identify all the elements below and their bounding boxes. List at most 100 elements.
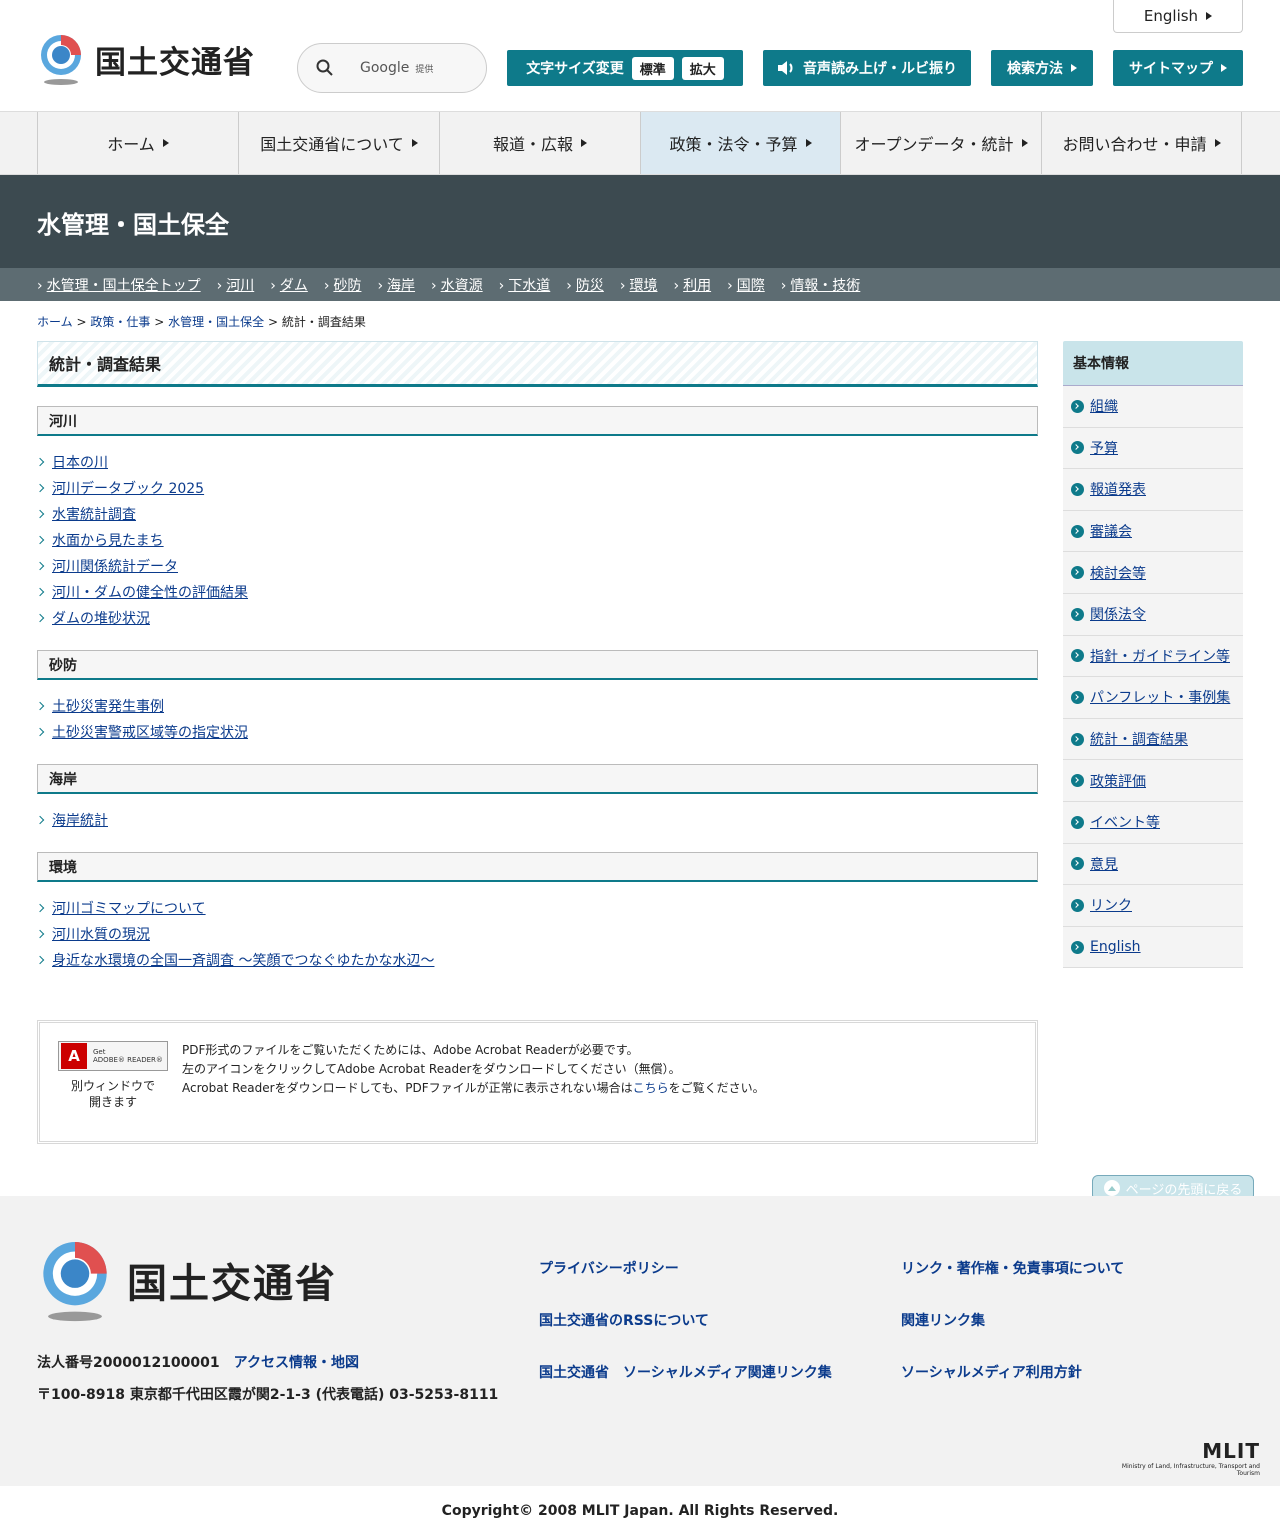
mlit-wordmark-text: MLIT [1202, 1439, 1260, 1463]
search-box[interactable]: Google 提供 [297, 43, 487, 93]
sidebar-item-label[interactable]: 統計・調査結果 [1090, 729, 1188, 749]
sidebar-item-label[interactable]: 予算 [1090, 438, 1118, 458]
footer-link-label[interactable]: リンク・著作権・免責事項について [901, 1261, 1124, 1277]
link-river-water-quality[interactable]: 河川水質の現況 [52, 927, 150, 943]
subnav-sabo[interactable]: 砂防 [324, 275, 361, 295]
font-size-standard-button[interactable]: 標準 [631, 56, 674, 80]
pdf-line3-pre: Acrobat Readerをダウンロードしても、PDFファイルが正常に表示され… [182, 1081, 633, 1095]
gnav-contact[interactable]: お問い合わせ・申請 [1041, 112, 1242, 174]
site-logo[interactable]: 国土交通省 [37, 33, 255, 85]
subnav-river[interactable]: 河川 [217, 275, 254, 295]
sidebar-item-english[interactable]: English [1063, 926, 1243, 969]
link-sediment-disaster-cases[interactable]: 土砂災害発生事例 [52, 699, 164, 715]
footer-link-label[interactable]: 国土交通省 ソーシャルメディア関連リンク集 [539, 1365, 832, 1381]
sidebar-item-label[interactable]: パンフレット・事例集 [1090, 687, 1230, 707]
page-title: 統計・調査結果 [37, 341, 1038, 387]
triangle-right-icon [1214, 139, 1221, 147]
sidebar-item-label[interactable]: 審議会 [1090, 521, 1132, 541]
sitemap-button[interactable]: サイトマップ [1113, 50, 1243, 86]
sidebar-item-label[interactable]: 指針・ガイドライン等 [1090, 646, 1230, 666]
breadcrumb-home[interactable]: ホーム [37, 315, 73, 329]
breadcrumb-current: 統計・調査結果 [281, 315, 366, 329]
sidebar-item-policy-evaluation[interactable]: 政策評価 [1063, 760, 1243, 802]
sidebar-item-pamphlets[interactable]: パンフレット・事例集 [1063, 677, 1243, 719]
sidebar-item-opinions[interactable]: 意見 [1063, 843, 1243, 886]
link-river-stats-data[interactable]: 河川関係統計データ [52, 559, 178, 575]
footer-link-label[interactable]: 関連リンク集 [901, 1313, 985, 1329]
sidebar-item-laws[interactable]: 関係法令 [1063, 593, 1243, 636]
subnav-environment[interactable]: 環境 [620, 275, 657, 295]
mlit-logo-icon [43, 1242, 107, 1322]
subnav-disaster[interactable]: 防災 [566, 275, 604, 295]
search-method-button[interactable]: 検索方法 [991, 50, 1093, 86]
coast-links: 海岸統計 [37, 794, 1038, 852]
link-river-dam-health[interactable]: 河川・ダムの健全性の評価結果 [52, 585, 248, 601]
sidebar-item-budget[interactable]: 予算 [1063, 427, 1243, 470]
link-warning-zone-status[interactable]: 土砂災害警戒区域等の指定状況 [52, 725, 248, 741]
breadcrumb-policy[interactable]: 政策・仕事 [90, 315, 150, 329]
footer-link-label[interactable]: 国土交通省のRSSについて [539, 1313, 709, 1329]
font-size-large-button[interactable]: 拡大 [681, 56, 724, 80]
link-flood-stats[interactable]: 水害統計調査 [52, 507, 136, 523]
english-button[interactable]: English [1113, 0, 1243, 33]
gnav-press[interactable]: 報道・広報 [439, 112, 640, 174]
gnav-policy[interactable]: 政策・法令・予算 [640, 112, 840, 174]
subnav-sewerage[interactable]: 下水道 [499, 275, 550, 295]
search-provider-name: Google [360, 60, 410, 76]
sidebar-item-label[interactable]: 検討会等 [1090, 563, 1146, 583]
link-river-garbage-map[interactable]: 河川ゴミマップについて [52, 901, 206, 917]
adobe-reader-download-button[interactable]: A Get ADOBE® READER® [58, 1041, 168, 1071]
sidebar-item-label[interactable]: 報道発表 [1090, 479, 1146, 499]
subnav-top[interactable]: 水管理・国土保全トップ [37, 275, 201, 295]
link-dam-sedimentation[interactable]: ダムの堆砂状況 [52, 611, 150, 627]
audio-ruby-button[interactable]: 音声読み上げ・ルビ振り [763, 50, 971, 86]
subnav-water-resources[interactable]: 水資源 [431, 275, 483, 295]
arrow-circle-icon [1071, 649, 1084, 663]
sidebar-item-label[interactable]: 意見 [1090, 854, 1118, 874]
list-item: 土砂災害発生事例 [37, 698, 1038, 724]
link-river-databook[interactable]: 河川データブック 2025 [52, 481, 204, 497]
list-item: 身近な水環境の全国一斉調査 ～笑顔でつなぐゆたかな水辺～ [37, 952, 1038, 978]
sidebar-item-label[interactable]: 政策評価 [1090, 771, 1146, 791]
subnav-info-tech[interactable]: 情報・技術 [781, 275, 860, 295]
sidebar-item-label[interactable]: 組織 [1090, 396, 1118, 416]
sidebar-item-links[interactable]: リンク [1063, 885, 1243, 927]
speaker-icon [778, 61, 793, 75]
triangle-right-icon [581, 139, 587, 147]
sidebar-item-council[interactable]: 審議会 [1063, 510, 1243, 553]
subnav-dam[interactable]: ダム [270, 275, 308, 295]
footer-link-label[interactable]: プライバシーポリシー [539, 1261, 679, 1277]
sidebar-item-statistics[interactable]: 統計・調査結果 [1063, 718, 1243, 761]
sidebar-item-organization[interactable]: 組織 [1063, 386, 1243, 428]
gnav-about[interactable]: 国土交通省について [238, 112, 439, 174]
subnav-coast[interactable]: 海岸 [377, 275, 415, 295]
arrow-circle-icon [1071, 399, 1084, 413]
subnav-international[interactable]: 国際 [727, 275, 765, 295]
logo-text: 国土交通省 [95, 44, 255, 81]
gnav-opendata[interactable]: オープンデータ・統計 [840, 112, 1041, 174]
sidebar-item-events[interactable]: イベント等 [1063, 801, 1243, 844]
sidebar-item-press[interactable]: 報道発表 [1063, 469, 1243, 511]
sidebar-item-label[interactable]: イベント等 [1090, 812, 1160, 832]
subnav-use[interactable]: 利用 [673, 275, 711, 295]
adobe-pdf-icon: A [61, 1043, 87, 1069]
sidebar-item-guidelines[interactable]: 指針・ガイドライン等 [1063, 635, 1243, 678]
gnav-home[interactable]: ホーム [37, 112, 238, 174]
sitemap-label: サイトマップ [1129, 61, 1213, 77]
link-nihon-no-kawa[interactable]: 日本の川 [52, 455, 108, 471]
sidebar-item-label[interactable]: 関係法令 [1090, 604, 1146, 624]
link-coast-stats[interactable]: 海岸統計 [52, 813, 108, 829]
sidebar-item-label[interactable]: リンク [1090, 895, 1132, 915]
link-town-from-water[interactable]: 水面から見たまち [52, 533, 164, 549]
search-method-label: 検索方法 [1007, 61, 1063, 77]
footer-logo[interactable]: 国土交通省 [37, 1238, 337, 1322]
footer-link-label[interactable]: ソーシャルメディア利用方針 [901, 1365, 1082, 1381]
breadcrumb-water[interactable]: 水管理・国土保全 [168, 315, 264, 329]
sidebar-item-committees[interactable]: 検討会等 [1063, 552, 1243, 594]
footer-link-rss: 国土交通省のRSSについて [539, 1310, 709, 1330]
pdf-help-link[interactable]: こちら [633, 1081, 669, 1095]
link-water-env-survey[interactable]: 身近な水環境の全国一斉調査 ～笑顔でつなぐゆたかな水辺～ [52, 953, 434, 969]
search-icon[interactable] [316, 59, 334, 77]
access-map-link[interactable]: アクセス情報・地図 [234, 1355, 359, 1371]
sidebar-item-label[interactable]: English [1090, 939, 1141, 955]
